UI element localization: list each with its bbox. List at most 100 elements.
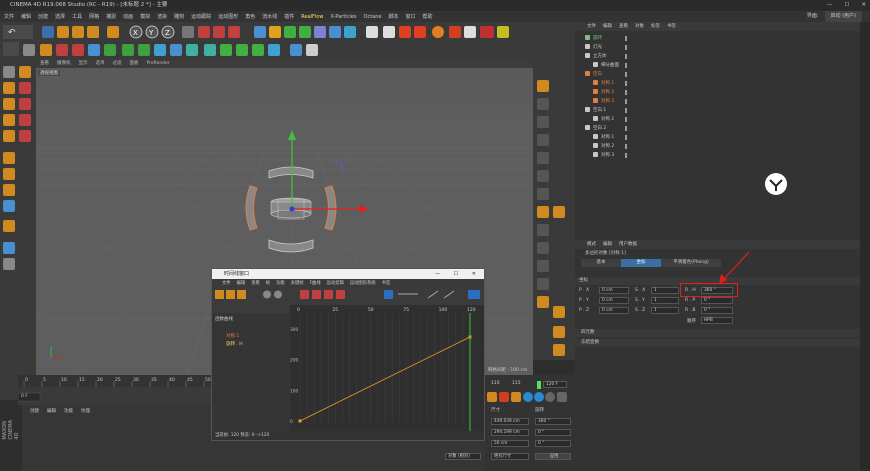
menu-snap[interactable]: 捕捉 [106, 13, 116, 20]
menu-mograph[interactable]: 运动图形 [218, 13, 238, 20]
scale-y-field[interactable]: 1 [651, 297, 679, 304]
object-visibility-dots[interactable] [625, 108, 631, 113]
object-visibility-dots[interactable] [625, 72, 631, 77]
object-row[interactable]: 对称.3 [575, 97, 860, 106]
tl-track-rotation[interactable]: 旋转 . H [214, 341, 288, 349]
object-visibility-dots[interactable] [625, 99, 631, 104]
obj-menu-tags[interactable]: 标签 [651, 22, 660, 31]
menu-edit[interactable]: 编辑 [21, 13, 31, 20]
coord-b-field[interactable]: 0 ° [535, 440, 571, 447]
menu-animate[interactable]: 动画 [123, 13, 133, 20]
object-row[interactable]: 细分曲面 [575, 61, 860, 70]
menu-file[interactable]: 文件 [4, 13, 14, 20]
object-row[interactable]: 对称.2 [575, 142, 860, 151]
menu-octane[interactable]: Octane [364, 14, 382, 20]
menu-create[interactable]: 创建 [38, 13, 48, 20]
object-visibility-dots[interactable] [625, 144, 631, 149]
fcurve-graph[interactable]: 0 25 50 75 100 120 300 200 100 0 [290, 305, 484, 431]
close-button[interactable]: ✕ [861, 0, 866, 11]
coord-h-field[interactable]: 360 ° [535, 418, 571, 425]
attr-tab-phong[interactable]: 平滑着色(Phong) [661, 259, 721, 267]
layout-select[interactable]: 启动 (用户) [824, 11, 862, 22]
menu-character[interactable]: 角色 [245, 13, 255, 20]
coord-z-field[interactable]: 50 cm [491, 440, 529, 447]
menu-mesh[interactable]: 网格 [89, 13, 99, 20]
maximize-button[interactable]: ☐ [844, 0, 849, 11]
menu-script[interactable]: 脚本 [388, 13, 398, 20]
viewport-menu-filter[interactable]: 过滤 [113, 60, 122, 68]
menu-plugins[interactable]: 插件 [284, 13, 294, 20]
rot-b-field[interactable]: 0 ° [701, 307, 733, 314]
obj-menu-object[interactable]: 对象 [635, 22, 644, 31]
menu-realflow[interactable]: RealFlow [301, 14, 323, 20]
material-menu-function[interactable]: 功能 [64, 408, 73, 414]
object-visibility-dots[interactable] [625, 45, 631, 50]
tl-menu-edit[interactable]: 编辑 [237, 279, 246, 288]
menu-xparticles[interactable]: X-Particles [330, 14, 356, 20]
order-select[interactable]: HPB [701, 317, 733, 324]
tl-menu-motion[interactable]: 运动剪辑 [327, 279, 344, 288]
object-visibility-dots[interactable] [625, 126, 631, 131]
object-row[interactable]: 空白.1 [575, 106, 860, 115]
scale-z-field[interactable]: 1 [651, 307, 679, 314]
viewport-menu-prorender[interactable]: ProRender [147, 60, 170, 68]
tl-menu-fcurve[interactable]: F曲线 [310, 279, 321, 288]
menu-select[interactable]: 选择 [55, 13, 65, 20]
object-row[interactable]: 空白.2 [575, 124, 860, 133]
viewport-menu-camera[interactable]: 摄像机 [57, 60, 71, 68]
object-visibility-dots[interactable] [625, 135, 631, 140]
attr-menu-mode[interactable]: 模式 [587, 240, 596, 249]
tl-menu-view[interactable]: 查看 [251, 279, 260, 288]
end-frame-field[interactable]: 120 F [543, 381, 567, 388]
timeline-minimize-button[interactable]: — [435, 269, 440, 279]
rot-h-field[interactable]: 360 ° [701, 287, 733, 294]
menu-sculpt[interactable]: 雕刻 [174, 13, 184, 20]
menu-simulate[interactable]: 模拟 [140, 13, 150, 20]
attr-tab-coords[interactable]: 坐标 [621, 259, 661, 267]
obj-menu-view[interactable]: 查看 [619, 22, 628, 31]
menu-tools[interactable]: 工具 [72, 13, 82, 20]
object-row[interactable]: 灯光 [575, 43, 860, 52]
menu-help[interactable]: 帮助 [423, 13, 433, 20]
object-visibility-dots[interactable] [625, 90, 631, 95]
timeline-maximize-button[interactable]: ☐ [454, 269, 458, 279]
tl-menu-file[interactable]: 文件 [222, 279, 231, 288]
object-visibility-dots[interactable] [625, 36, 631, 41]
object-visibility-dots[interactable] [625, 63, 631, 68]
attr-tab-basic[interactable]: 基本 [581, 259, 621, 267]
playback-controls[interactable] [487, 392, 575, 404]
object-row[interactable]: 对称.1 [575, 79, 860, 88]
tl-menu-frame[interactable]: 帧 [266, 279, 270, 288]
object-row[interactable]: 对称.2 [575, 88, 860, 97]
viewport-menu-view[interactable]: 查看 [40, 60, 49, 68]
obj-menu-bookmarks[interactable]: 书签 [667, 22, 676, 31]
object-row[interactable]: 对称.1 [575, 115, 860, 124]
attr-section-quaternion[interactable]: 四元数 [575, 329, 860, 337]
menu-render[interactable]: 渲染 [157, 13, 167, 20]
pos-y-field[interactable]: 0 cm [599, 297, 629, 304]
coord-mode-select[interactable]: 对象 (相对) [445, 453, 481, 460]
object-row[interactable]: 圆环 [575, 34, 860, 43]
attr-section-freeze[interactable]: 冻结变换 [575, 339, 860, 347]
object-row[interactable]: 立方体 [575, 52, 860, 61]
coord-apply-button[interactable]: 应用 [535, 453, 571, 460]
playhead-marker[interactable] [537, 381, 541, 389]
object-row[interactable]: 对称.1 [575, 133, 860, 142]
timeline-close-button[interactable]: ✕ [472, 269, 476, 279]
material-menu-edit[interactable]: 编辑 [47, 408, 56, 414]
timeline-start-field[interactable]: 0 F [21, 394, 28, 399]
rot-p-field[interactable]: 0 ° [701, 297, 733, 304]
tl-menu-mograph[interactable]: 运动图形系统 [350, 279, 376, 288]
coord-y-field[interactable]: 294.199 cm [491, 429, 529, 436]
attr-menu-userdata[interactable]: 用户数据 [619, 240, 637, 249]
viewport-menu-panel[interactable]: 面板 [130, 60, 139, 68]
coord-p-field[interactable]: 0 ° [535, 429, 571, 436]
viewport-menu-options[interactable]: 选项 [96, 60, 105, 68]
menu-motion-tracking[interactable]: 运动跟踪 [191, 13, 211, 20]
object-visibility-dots[interactable] [625, 54, 631, 59]
viewport-menu-display[interactable]: 显示 [79, 60, 88, 68]
coord-size-mode-select[interactable]: 绝对尺寸 [491, 453, 529, 460]
menu-window[interactable]: 窗口 [406, 13, 416, 20]
material-menu-texture[interactable]: 纹理 [81, 408, 90, 414]
object-visibility-dots[interactable] [625, 81, 631, 86]
